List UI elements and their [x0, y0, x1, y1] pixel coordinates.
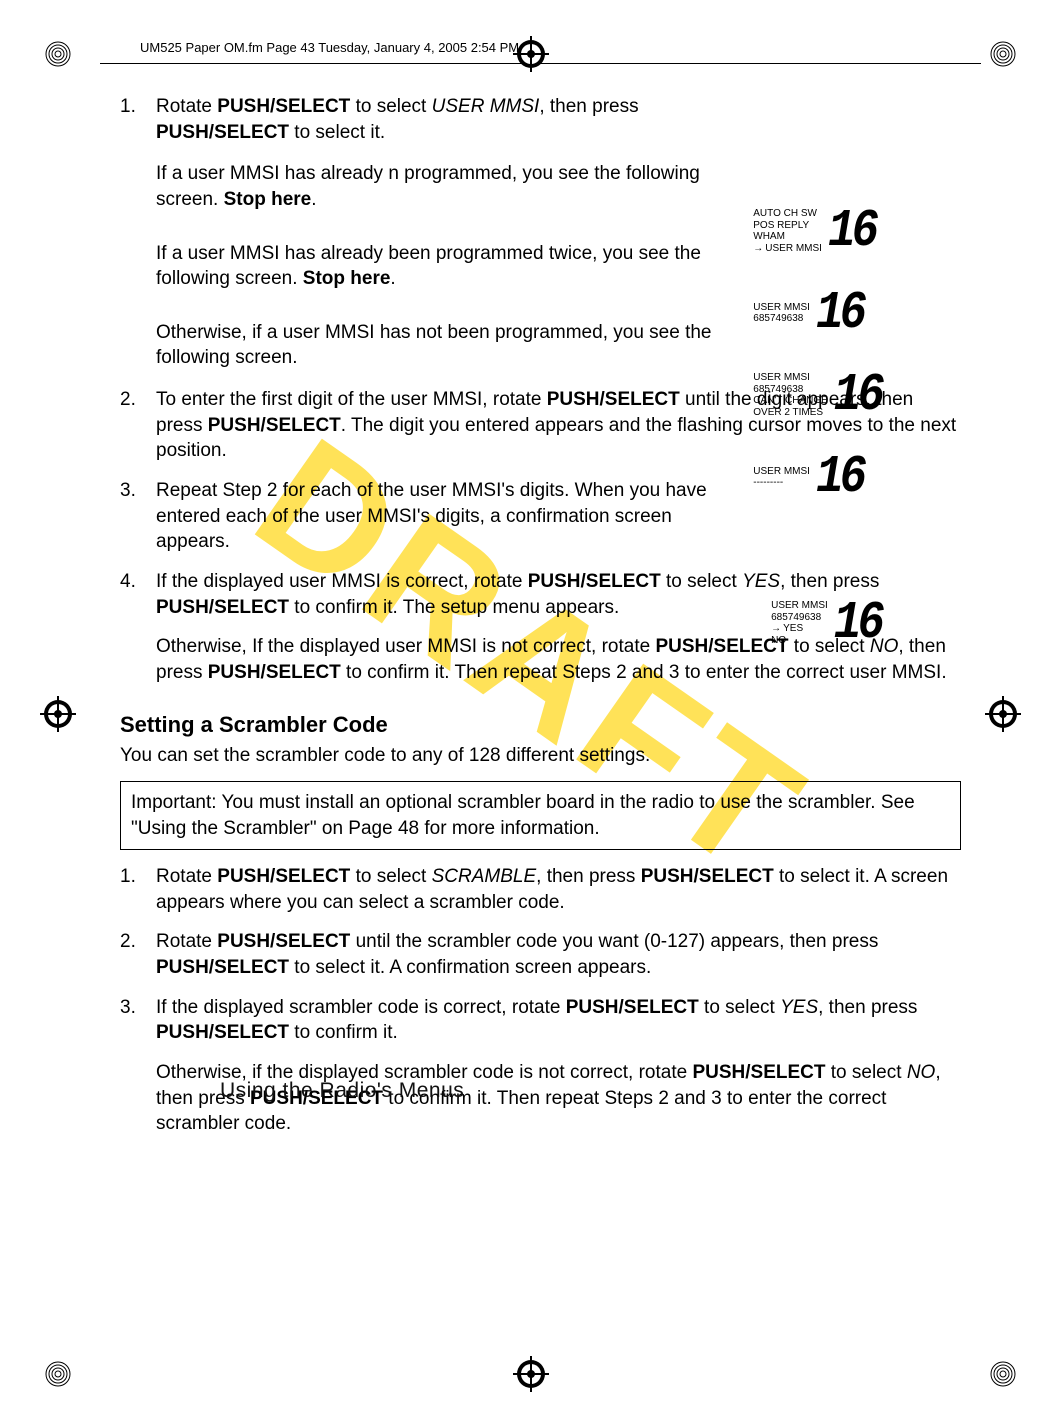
step-number: 3. — [120, 478, 156, 504]
numbered-step: 2. Rotate PUSH/SELECT until the scramble… — [120, 929, 961, 980]
lcd-screen: USER MMSI 685749638 YES NO 16 — [771, 592, 881, 654]
step-text: Repeat Step 2 for each of the user MMSI'… — [156, 478, 716, 555]
step-number: 4. — [120, 569, 156, 595]
step-number: 2. — [120, 387, 156, 413]
registration-ring-icon — [40, 36, 76, 72]
section-intro: You can set the scrambler code to any of… — [120, 743, 961, 769]
lcd-line: 685749638 — [753, 313, 810, 325]
crosshair-target-icon — [40, 696, 76, 732]
numbered-step: 1. Rotate PUSH/SELECT to select SCRAMBLE… — [120, 864, 961, 915]
crosshair-target-icon — [513, 1356, 549, 1392]
step-text: Rotate PUSH/SELECT until the scrambler c… — [156, 929, 961, 980]
section-heading: Setting a Scrambler Code — [120, 710, 961, 740]
page: DRAFT UM525 Paper OM.fm Page 43 Tuesday,… — [0, 0, 1061, 1428]
lcd-channel-number: 16 — [828, 195, 875, 266]
important-note-box: Important: You must install an optional … — [120, 781, 961, 850]
registration-ring-icon — [40, 1356, 76, 1392]
registration-ring-icon — [985, 36, 1021, 72]
lcd-screen: USER MMSI 685749638 CAN'T CHANGE OVER 2 … — [753, 364, 881, 426]
lcd-line: USER MMSI — [771, 600, 828, 612]
lcd-line: AUTO CH SW — [753, 208, 822, 220]
step-text: Rotate PUSH/SELECT to select USER MMSI, … — [156, 94, 716, 145]
footer-section-title: Using the Radio's Menus — [220, 1079, 464, 1103]
step-number: 2. — [120, 929, 156, 955]
note-text: Important: You must install an optional … — [131, 792, 915, 839]
registration-ring-icon — [985, 1356, 1021, 1392]
lcd-line: NO — [771, 635, 828, 647]
lcd-channel-number: 16 — [816, 442, 863, 513]
crosshair-target-icon — [985, 696, 1021, 732]
lcd-channel-number: 16 — [816, 277, 863, 348]
step-text: Rotate PUSH/SELECT to select SCRAMBLE, t… — [156, 864, 961, 915]
lcd-line: OVER 2 TIMES — [753, 407, 828, 419]
lcd-line: WHAM — [753, 231, 822, 243]
numbered-step: 3. If the displayed scrambler code is co… — [120, 995, 961, 1137]
lcd-line: USER MMSI — [753, 372, 828, 384]
lcd-line: USER MMSI — [753, 466, 810, 478]
running-header: UM525 Paper OM.fm Page 43 Tuesday, Janua… — [140, 40, 981, 55]
step-text: If the displayed scrambler code is corre… — [156, 995, 961, 1046]
lcd-line: CAN'T CHANGE — [753, 395, 828, 407]
lcd-line: 685749638 — [753, 384, 828, 396]
lcd-line: USER MMSI — [753, 302, 810, 314]
step-number: 1. — [120, 864, 156, 890]
step-number: 3. — [120, 995, 156, 1021]
step-subpara: If a user MMSI has already n programmed,… — [156, 161, 716, 212]
content-area: AUTO CH SW POS REPLY WHAM USER MMSI 16 U… — [100, 94, 981, 1137]
lcd-line: 685749638 — [771, 612, 828, 624]
lcd-screen: USER MMSI --------- 16 — [753, 446, 863, 508]
page-footer: Using the Radio's Menus 43 — [220, 1071, 1061, 1103]
lcd-channel-number: 16 — [834, 587, 881, 658]
lcd-screens-column: USER MMSI 685749638 YES NO 16 — [771, 592, 881, 674]
lcd-line-selected: YES — [771, 623, 828, 635]
lcd-screen: USER MMSI 685749638 16 — [753, 282, 863, 344]
lcd-line: --------- — [753, 477, 810, 489]
step-number: 1. — [120, 94, 156, 120]
step-subpara: Otherwise, if a user MMSI has not been p… — [156, 320, 716, 371]
lcd-screen: AUTO CH SW POS REPLY WHAM USER MMSI 16 — [753, 200, 875, 262]
step-subpara: If a user MMSI has already been programm… — [156, 241, 716, 292]
lcd-channel-number: 16 — [834, 360, 881, 431]
lcd-line: POS REPLY — [753, 220, 822, 232]
lcd-screens-column: AUTO CH SW POS REPLY WHAM USER MMSI 16 U… — [753, 200, 881, 528]
lcd-line-selected: USER MMSI — [753, 243, 822, 255]
